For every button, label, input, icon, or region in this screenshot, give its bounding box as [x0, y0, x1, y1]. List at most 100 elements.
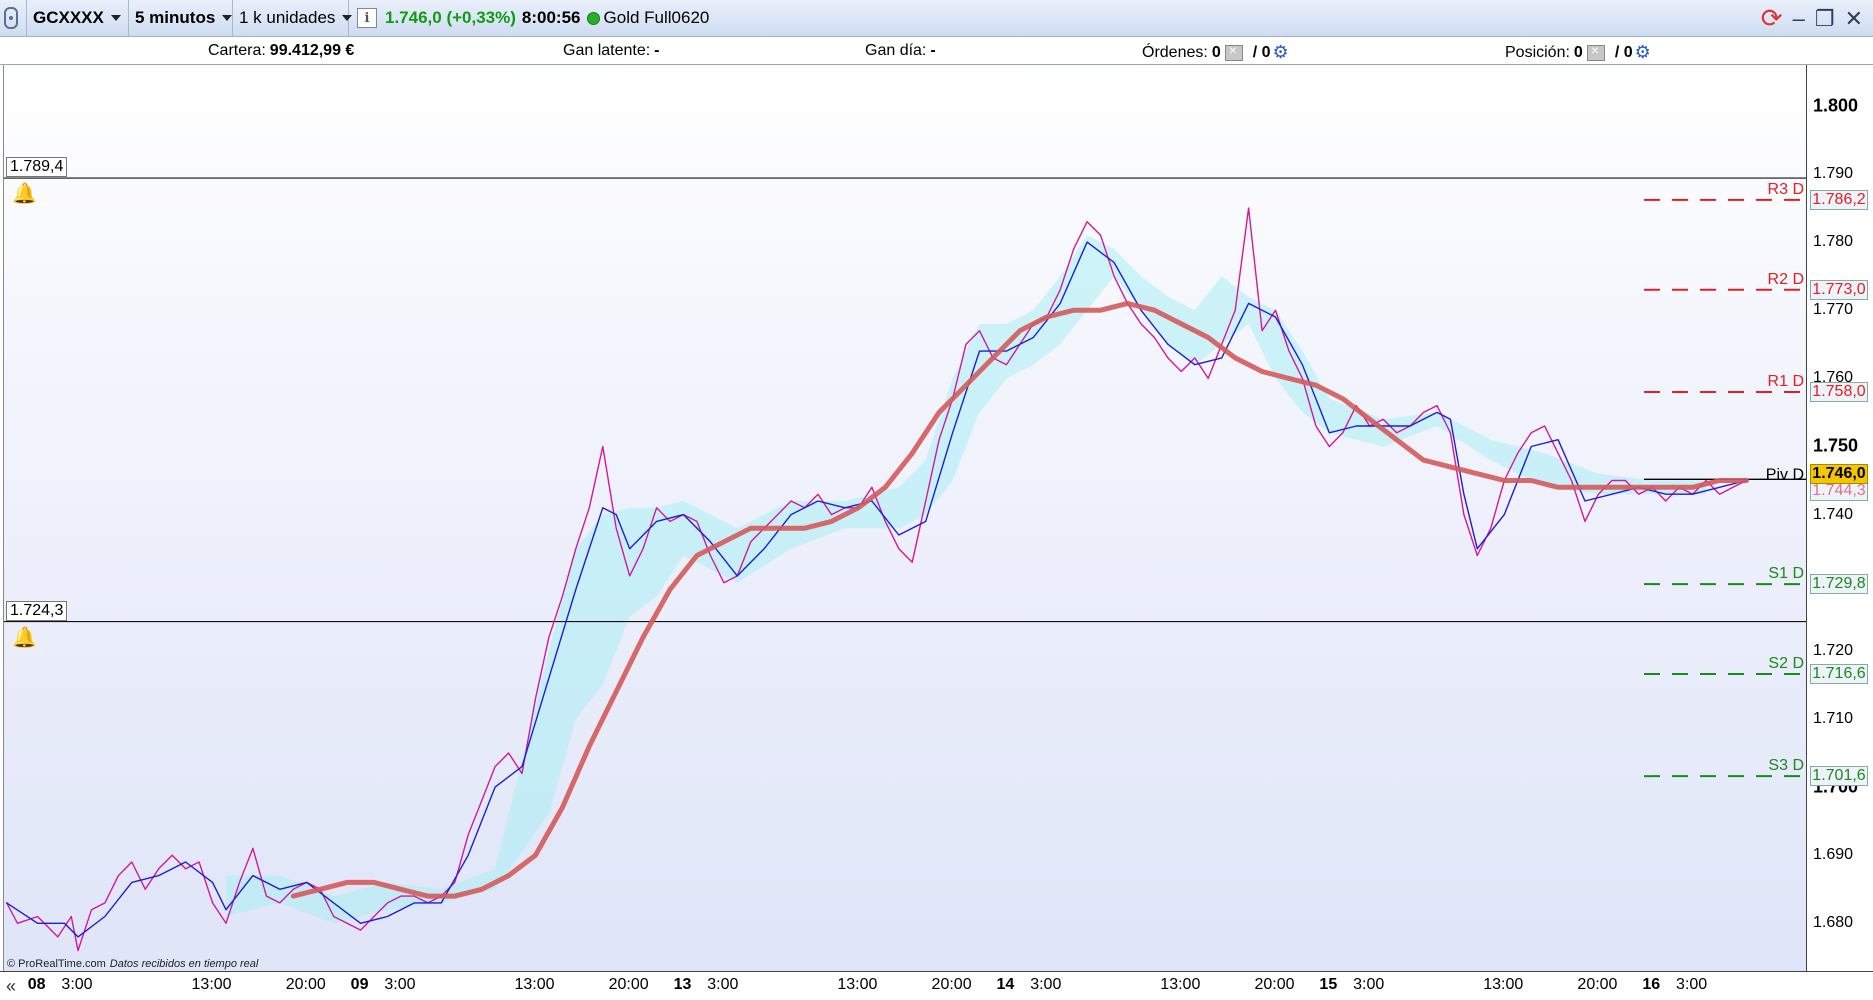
price-tick-label: 1.740 — [1813, 505, 1854, 523]
position-value: 0 — [1573, 43, 1583, 61]
time-axis[interactable]: « 08 3:00 13:00 20:00 09 3:00 13:00 20:00 13 3:00… — [0, 971, 1873, 1000]
price-axis[interactable]: 1.800 1.790 1.780 1.770 1.760 1.750 1.740 1.720… — [1806, 65, 1873, 971]
link-icon — [4, 7, 18, 29]
chart-toolbar: GCXXXX 5 minutos 1 k unidades i 1.746,0 … — [0, 0, 1873, 37]
time-tick-label: 13:00 — [191, 976, 232, 993]
time-tick-label: 13:00 — [1483, 976, 1524, 993]
price-tick-label: 1.770 — [1813, 301, 1854, 319]
unrealized-label: Gan latente: — [563, 42, 651, 59]
time-tick-label: 13:00 — [1160, 976, 1201, 993]
series-fast_ma — [6, 241, 1748, 938]
timeframe-label: 5 minutos — [135, 8, 216, 27]
time-tick-label: 20:00 — [1254, 976, 1295, 993]
timeframe-dropdown[interactable]: 5 minutos — [129, 0, 233, 36]
portfolio-info: Cartera: 99.412,99 € — [208, 42, 354, 60]
restore-icon[interactable]: ❐ — [1815, 6, 1835, 32]
chevron-down-icon — [222, 15, 233, 21]
price-tick-label: 1.690 — [1813, 846, 1854, 864]
position-info: Posición: 0 / 0 ⚙ — [1505, 42, 1651, 63]
day-tick-label: 13 — [673, 976, 692, 993]
day-tick-label: 16 — [1642, 976, 1661, 993]
units-label: 1 k unidades — [239, 8, 336, 27]
info-icon[interactable]: i — [357, 8, 377, 28]
chevron-down-icon — [110, 15, 121, 21]
position-label: Posición: — [1505, 43, 1570, 61]
price-tick-label: 1.790 — [1813, 164, 1854, 182]
day-tick-label: 08 — [27, 976, 46, 993]
price-tick-label: 1.680 — [1813, 914, 1854, 932]
pivot-value-label: 1.716,6 — [1810, 663, 1868, 684]
chart-svg: R3 D R2 D R1 D Piv D S1 D S2 D S3 D — [4, 177, 1807, 952]
minimize-icon[interactable]: – — [1793, 6, 1805, 32]
daily-label: Gan día: — [865, 42, 927, 59]
refresh-icon[interactable]: ⟳ — [1761, 3, 1783, 34]
portfolio-label: Cartera: — [208, 42, 266, 59]
bell-icon[interactable]: 🔔 — [12, 181, 37, 206]
unrealized-value: - — [654, 42, 660, 59]
collapse-icon[interactable]: « — [6, 976, 16, 997]
symbol-label: GCXXXX — [33, 8, 104, 27]
pivot-name: Piv D — [1766, 466, 1804, 483]
portfolio-value: 99.412,99 € — [269, 42, 355, 59]
price-tick-label: 1.800 — [1813, 95, 1859, 116]
time-tick-label: 20:00 — [931, 976, 972, 993]
pivot-name: S1 D — [1768, 565, 1804, 582]
last-price: 1.746,0 (+0,33%) — [385, 8, 516, 27]
account-bar: Cartera: 99.412,99 € Gan latente: - Gan … — [0, 37, 1873, 65]
time-tick-label: 3:00 — [707, 976, 739, 993]
alert-line-label[interactable]: 1.724,3 — [6, 600, 68, 621]
close-position-icon[interactable] — [1586, 42, 1605, 61]
gear-icon[interactable]: ⚙ — [1635, 42, 1651, 63]
orders-total: / 0 — [1252, 43, 1271, 61]
current-price-marker: 1.746,0 — [1810, 463, 1868, 484]
price-tick-label: 1.780 — [1813, 233, 1854, 251]
price-tick-label: 1.720 — [1813, 641, 1854, 659]
time-tick-label: 3:00 — [1030, 976, 1062, 993]
time-tick-label: 20:00 — [285, 976, 326, 993]
data-credit: © ProRealTime.com Datos recibidos en tiem… — [7, 958, 258, 970]
orders-value: 0 — [1211, 43, 1221, 61]
quote-section: i 1.746,0 (+0,33%) 8:00:56 Gold Full0620 — [349, 0, 715, 36]
daily-value: - — [930, 42, 936, 59]
unrealized-pnl: Gan latente: - — [563, 42, 660, 60]
price-tick-label: 1.710 — [1813, 709, 1854, 727]
orders-label: Órdenes: — [1142, 43, 1208, 61]
instrument-name: Gold Full0620 — [603, 8, 710, 27]
credit-text: © ProRealTime.com — [7, 958, 106, 970]
orders-info: Órdenes: 0 / 0 ⚙ — [1142, 42, 1289, 63]
symbol-dropdown[interactable]: GCXXXX — [27, 0, 129, 36]
pivot-value-label: 1.786,2 — [1810, 189, 1868, 210]
pivot-name: S3 D — [1768, 757, 1804, 774]
daily-pnl: Gan día: - — [865, 42, 936, 60]
window-controls: ⟳ – ❐ ✕ — [1761, 0, 1863, 37]
price-chart[interactable]: R3 D R2 D R1 D Piv D S1 D S2 D S3 D 1.789,4 🔔 … — [3, 65, 1807, 971]
pivot-value-label: 1.758,0 — [1810, 381, 1868, 402]
status-dot-icon — [586, 11, 600, 25]
pivot-value-label: 1.773,0 — [1810, 279, 1868, 300]
bell-icon[interactable]: 🔔 — [12, 625, 37, 650]
units-dropdown[interactable]: 1 k unidades — [233, 0, 353, 36]
close-icon[interactable]: ✕ — [1845, 6, 1863, 32]
pivot-name: R1 D — [1768, 373, 1804, 390]
pivot-value-label: 1.729,8 — [1810, 574, 1868, 595]
pivot-name: S2 D — [1768, 655, 1804, 672]
pivot-value-label: 1.701,6 — [1810, 766, 1868, 787]
gear-icon[interactable]: ⚙ — [1273, 42, 1289, 63]
price-tick-label: 1.750 — [1813, 435, 1859, 456]
link-button[interactable] — [0, 0, 27, 36]
time-tick-label: 20:00 — [608, 976, 649, 993]
quote-time: 8:00:56 — [521, 8, 581, 27]
time-tick-label: 3:00 — [1353, 976, 1385, 993]
day-tick-label: 15 — [1319, 976, 1338, 993]
time-tick-label: 3:00 — [384, 976, 416, 993]
pivot-value-label: 1.744,3 — [1810, 481, 1868, 502]
pivot-name: R3 D — [1768, 181, 1804, 198]
time-tick-label: 13:00 — [837, 976, 878, 993]
cancel-orders-icon[interactable] — [1224, 42, 1243, 61]
time-tick-label: 20:00 — [1577, 976, 1618, 993]
day-tick-label: 14 — [996, 976, 1015, 993]
alert-line-label[interactable]: 1.789,4 — [6, 157, 68, 178]
time-tick-label: 13:00 — [514, 976, 555, 993]
day-tick-label: 09 — [350, 976, 369, 993]
credit-note: Datos recibidos en tiempo real — [109, 958, 259, 970]
